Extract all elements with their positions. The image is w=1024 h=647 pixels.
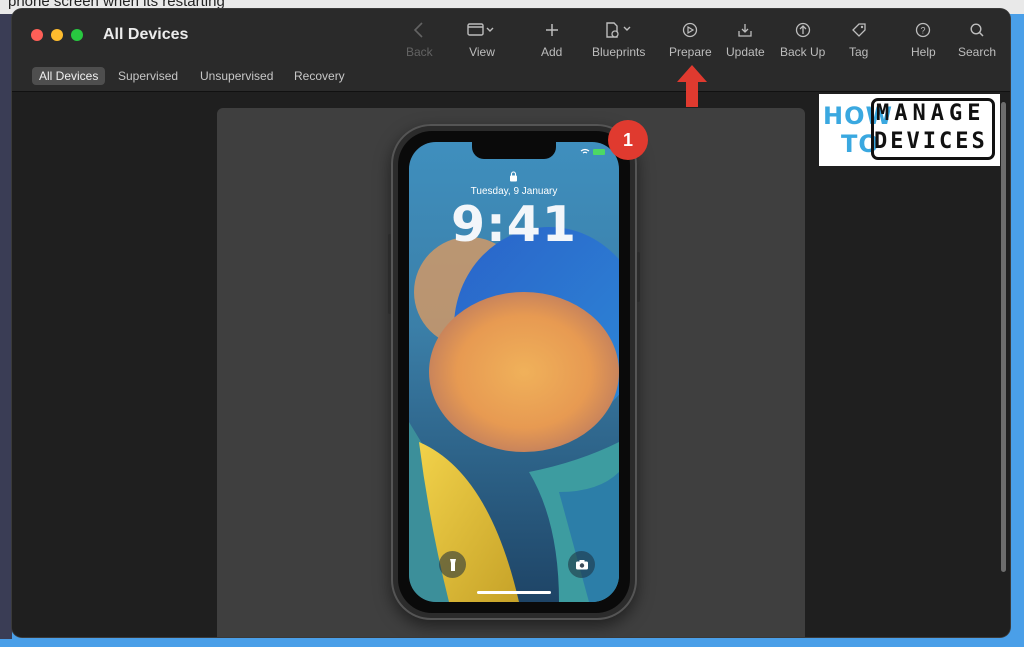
iphone-device[interactable]: Tuesday, 9 January 9:41 <box>388 124 640 620</box>
add-button[interactable]: Add <box>541 19 562 59</box>
window-view-icon <box>467 19 497 41</box>
prepare-label: Prepare <box>669 45 712 59</box>
flashlight-icon <box>449 558 456 571</box>
how-to-manage-devices-logo: HOW TO MANAGE DEVICES <box>819 94 1000 166</box>
update-button[interactable]: Update <box>726 19 765 59</box>
logo-manage-text: MANAGE <box>876 101 986 126</box>
status-icons <box>580 148 605 155</box>
tag-button[interactable]: Tag <box>849 19 868 59</box>
camera-icon <box>575 560 588 570</box>
back-up-button[interactable]: Back Up <box>780 19 825 59</box>
tag-icon <box>850 19 868 41</box>
search-label: Search <box>958 45 997 59</box>
update-label: Update <box>726 45 765 59</box>
side-button <box>637 252 640 302</box>
help-label: Help <box>911 45 936 59</box>
title-bar: All Devices Back View Add Blueprints Pre… <box>12 9 1010 63</box>
prepare-button[interactable]: Prepare <box>669 19 712 59</box>
flashlight-button[interactable] <box>439 551 466 578</box>
iphone-bezel: Tuesday, 9 January 9:41 <box>398 131 630 613</box>
window-title: All Devices <box>103 26 189 43</box>
battery-icon <box>593 148 605 155</box>
lock-icon <box>509 169 518 187</box>
search-icon <box>969 19 985 41</box>
back-label: Back <box>406 45 433 59</box>
blueprints-button[interactable]: Blueprints <box>592 19 645 59</box>
view-button[interactable]: View <box>467 19 497 59</box>
prepare-icon <box>682 19 698 41</box>
tab-unsupervised[interactable]: Unsupervised <box>193 67 280 85</box>
help-button[interactable]: ? Help <box>911 19 936 59</box>
help-icon: ? <box>915 19 931 41</box>
close-window-button[interactable] <box>31 29 43 41</box>
device-content-area: Tuesday, 9 January 9:41 <box>12 92 1010 637</box>
chevron-left-icon <box>412 19 426 41</box>
arrow-up-circle-icon <box>795 19 811 41</box>
annotation-arrow-icon <box>675 64 709 113</box>
tag-label: Tag <box>849 45 869 59</box>
filter-tabs: All Devices Supervised Unsupervised Reco… <box>12 63 1010 92</box>
blueprints-label: Blueprints <box>592 45 646 59</box>
svg-text:?: ? <box>921 26 926 36</box>
lock-screen: Tuesday, 9 January 9:41 <box>409 142 619 602</box>
camera-button[interactable] <box>568 551 595 578</box>
scrollbar-thumb[interactable] <box>1001 102 1006 572</box>
view-label: View <box>469 45 495 59</box>
device-preview-panel: Tuesday, 9 January 9:41 <box>217 108 805 637</box>
fullscreen-window-button[interactable] <box>71 29 83 41</box>
volume-buttons <box>388 234 391 314</box>
notch <box>472 142 556 159</box>
back-button[interactable]: Back <box>406 19 433 59</box>
back-up-label: Back Up <box>780 45 826 59</box>
search-button[interactable]: Search <box>958 19 996 59</box>
add-label: Add <box>541 45 563 59</box>
home-indicator <box>477 591 551 594</box>
plus-icon <box>544 19 560 41</box>
tab-all-devices[interactable]: All Devices <box>32 67 106 85</box>
lock-screen-time: 9:41 <box>451 196 577 253</box>
logo-devices-text: DEVICES <box>874 129 988 154</box>
tab-supervised[interactable]: Supervised <box>111 67 185 85</box>
wifi-icon <box>580 148 590 154</box>
step-number-badge: 1 <box>608 120 648 160</box>
tab-recovery[interactable]: Recovery <box>287 67 352 85</box>
background-strip <box>0 14 12 639</box>
minimize-window-button[interactable] <box>51 29 63 41</box>
download-tray-icon <box>737 19 753 41</box>
blueprint-icon <box>604 19 634 41</box>
